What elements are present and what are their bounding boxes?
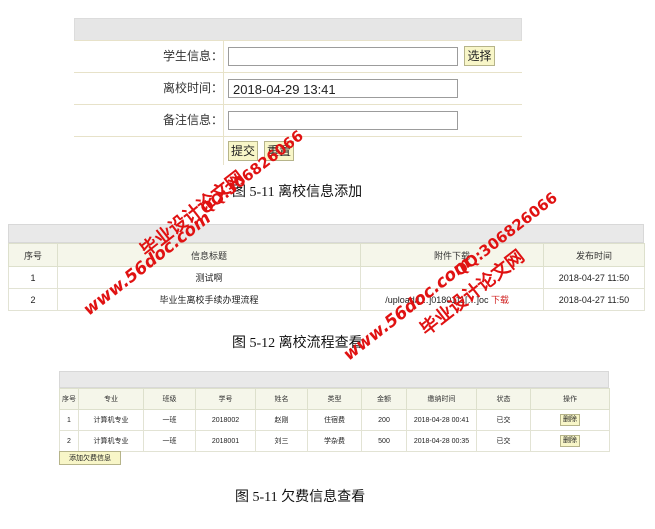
- remark-label: 备注信息：: [74, 105, 224, 137]
- row-amount: 200: [361, 409, 407, 431]
- table-row: 1 计算机专业 一班 2018002 赵刚 住宿费 200 2018-04-28…: [59, 409, 610, 431]
- row-type: 住宿费: [307, 409, 362, 431]
- actions-label-cell: [74, 137, 224, 165]
- row-actions: 删除: [530, 409, 610, 431]
- form-header-bar: [74, 18, 522, 41]
- table-row: 2 计算机专业 一班 2018001 刘三 学杂费 500 2018-04-28…: [59, 430, 610, 452]
- row-major: 计算机专业: [78, 409, 144, 431]
- col-header: 序号: [59, 388, 79, 410]
- row-number: 1: [8, 266, 58, 289]
- row-name: 刘三: [255, 430, 308, 452]
- col-header: 姓名: [255, 388, 308, 410]
- row-number: 2: [59, 430, 79, 452]
- col-header: 类型: [307, 388, 362, 410]
- figure-caption-3: 图 5-11 欠费信息查看: [235, 490, 366, 505]
- leave-time-label: 离校时间：: [74, 73, 224, 105]
- col-header: 状态: [476, 388, 531, 410]
- student-row: 学生信息： 选择: [74, 40, 522, 73]
- row-time: 2018-04-28 00:41: [406, 409, 477, 431]
- row-number: 1: [59, 409, 79, 431]
- add-fee-button[interactable]: 添加欠费信息: [59, 451, 121, 465]
- row-student-id: 2018002: [195, 409, 256, 431]
- col-header: 发布时间: [543, 243, 645, 267]
- table-header-row: 序号 专业 班级 学号 姓名 类型 金额 缴纳时间 状态 操作: [59, 388, 610, 410]
- row-class: 一班: [143, 430, 196, 452]
- download-link[interactable]: 下载: [491, 295, 509, 305]
- col-header: 序号: [8, 243, 58, 267]
- col-header: 信息标题: [57, 243, 361, 267]
- row-actions: 删除: [530, 430, 610, 452]
- table-header-bar: [8, 224, 644, 243]
- row-status: 已交: [476, 409, 531, 431]
- table-header-bar: [59, 371, 609, 388]
- select-button[interactable]: 选择: [464, 46, 495, 66]
- delete-button[interactable]: 删除: [560, 414, 580, 426]
- row-major: 计算机专业: [78, 430, 144, 452]
- col-header: 学号: [195, 388, 256, 410]
- delete-button[interactable]: 删除: [560, 435, 580, 447]
- row-student-id: 2018001: [195, 430, 256, 452]
- row-name: 赵刚: [255, 409, 308, 431]
- col-header: 操作: [530, 388, 610, 410]
- row-time: 2018-04-27 11:50: [543, 266, 645, 289]
- row-number: 2: [8, 288, 58, 311]
- row-class: 一班: [143, 409, 196, 431]
- col-header: 班级: [143, 388, 196, 410]
- student-label: 学生信息：: [74, 41, 224, 73]
- row-time: 2018-04-27 11:50: [543, 288, 645, 311]
- col-header: 专业: [78, 388, 144, 410]
- row-time: 2018-04-28 00:35: [406, 430, 477, 452]
- leave-time-input[interactable]: 2018-04-29 13:41: [228, 79, 458, 98]
- row-type: 学杂费: [307, 430, 362, 452]
- fee-table: 序号 专业 班级 学号 姓名 类型 金额 缴纳时间 状态 操作 1 计算机专业 …: [59, 371, 610, 452]
- student-input[interactable]: [228, 47, 458, 66]
- row-status: 已交: [476, 430, 531, 452]
- table-header-row: 序号 信息标题 附件下载 发布时间: [8, 243, 645, 267]
- col-header: 金额: [361, 388, 407, 410]
- remark-input[interactable]: [228, 111, 458, 130]
- col-header: 缴纳时间: [406, 388, 477, 410]
- leave-time-row: 离校时间： 2018-04-29 13:41: [74, 72, 522, 105]
- row-amount: 500: [361, 430, 407, 452]
